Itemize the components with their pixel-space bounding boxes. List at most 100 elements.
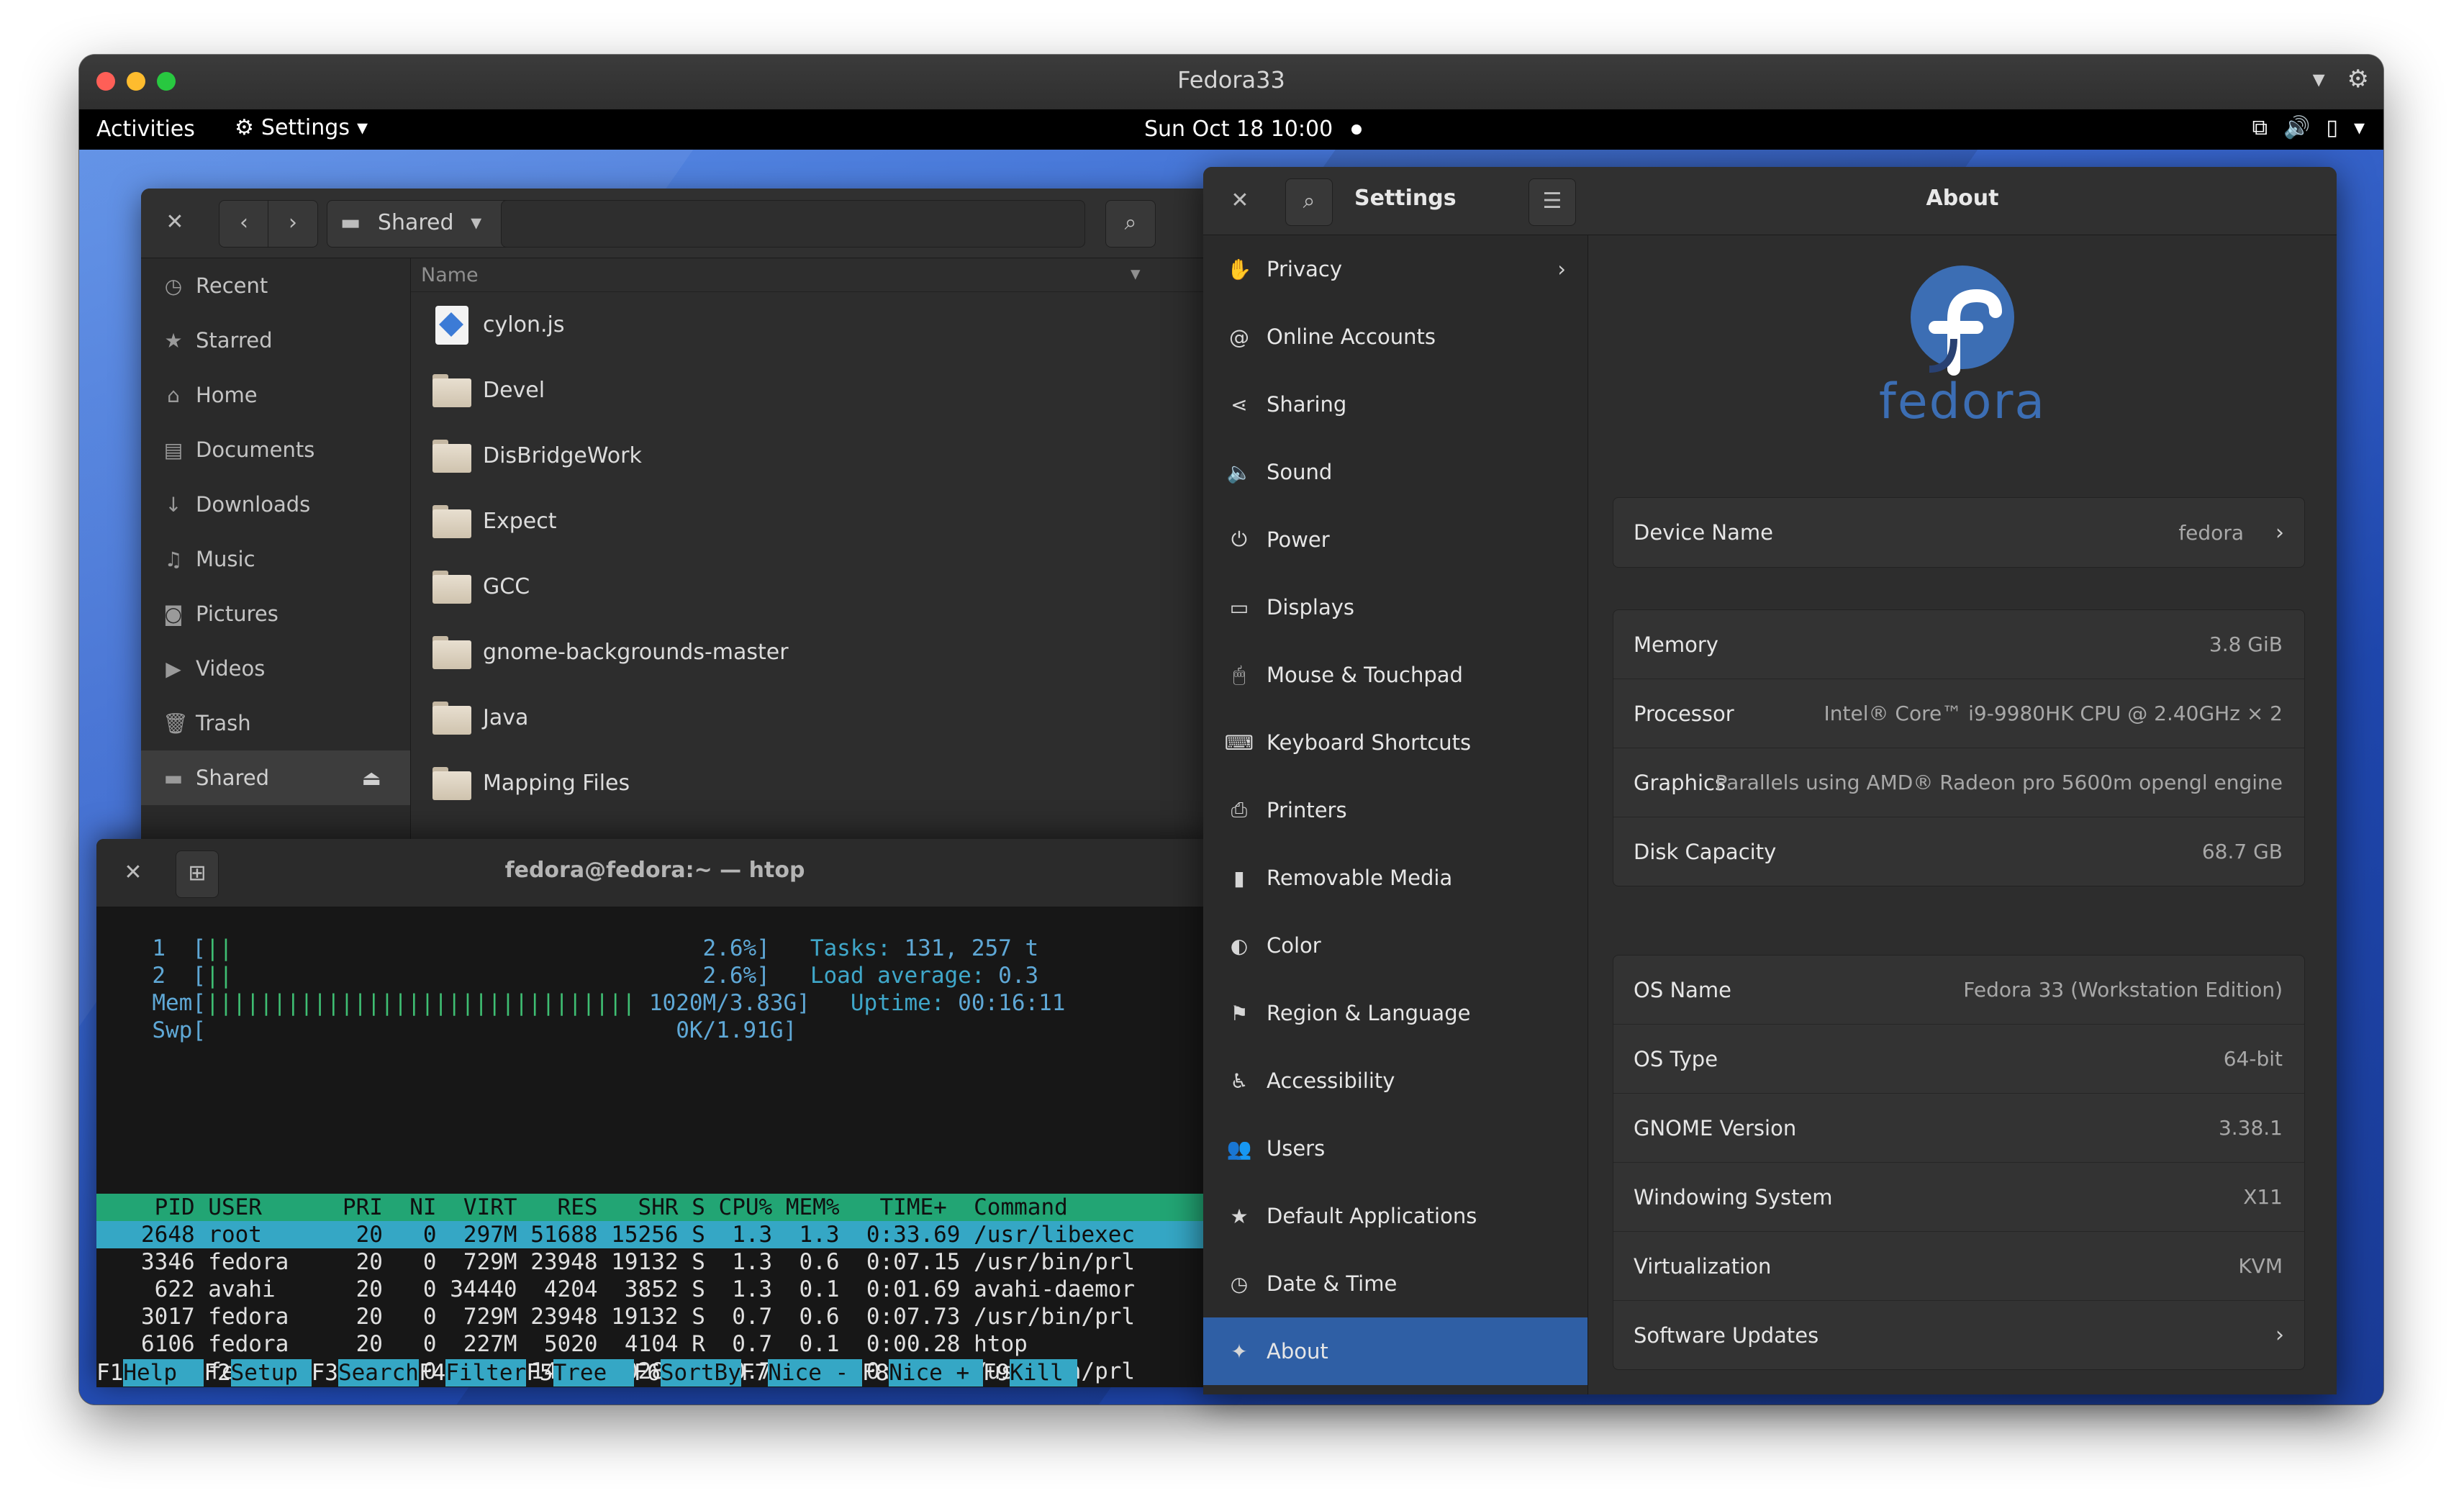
settings-item-label: Online Accounts <box>1267 325 1436 349</box>
hardware-info-card: Memory 3.8 GiB Processor Intel® Core™ i9-99… <box>1613 609 2305 886</box>
sidebar-item-shared[interactable]: ▬ Shared ⏏ <box>141 750 410 805</box>
settings-item-displays[interactable]: ▭ Displays <box>1203 573 1587 641</box>
dropdown-arrow-icon[interactable]: ▾ <box>2313 65 2325 94</box>
app-menu[interactable]: ⚙ Settings ▾ <box>235 115 368 140</box>
device-name-row[interactable]: Device Name fedora › <box>1613 498 2304 567</box>
settings-item-about[interactable]: ✦ About <box>1203 1317 1587 1385</box>
sidebar-item-videos[interactable]: ▶ Videos <box>141 641 410 696</box>
eject-icon[interactable]: ⏏ <box>362 766 381 790</box>
chevron-down-icon: ▾ <box>471 210 482 235</box>
function-key-f8[interactable]: F8 Nice + <box>862 1359 983 1387</box>
sidebar-item-downloads[interactable]: ↓ Downloads <box>141 477 410 532</box>
process-row[interactable]: 2648 root 20 0 297M 51688 15256 S 1.3 1.… <box>96 1221 1213 1248</box>
close-icon[interactable]: ✕ <box>153 200 197 246</box>
activities-button[interactable]: Activities <box>96 117 195 142</box>
sidebar-item-trash[interactable]: 🗑 Trash <box>141 696 410 750</box>
column-header[interactable]: Name ▾ Si <box>411 258 1213 292</box>
info-label: OS Type <box>1634 1046 1718 1071</box>
function-key-f7[interactable]: F7 Nice - <box>741 1359 862 1387</box>
network-icon: ⧉ <box>2252 115 2268 140</box>
sidebar-item-recent[interactable]: ◷ Recent <box>141 258 410 313</box>
device-name-label: Device Name <box>1634 520 1773 545</box>
file-row[interactable]: GCC3 i <box>411 554 1213 620</box>
file-row[interactable]: cylon.js2. <box>411 292 1213 358</box>
back-button[interactable]: ‹ <box>219 200 269 248</box>
location-button[interactable]: ▬ Shared ▾ <box>327 200 514 248</box>
file-row[interactable]: Expect8 i <box>411 489 1213 554</box>
software-updates-row[interactable]: Software Updates › <box>1613 1301 2304 1369</box>
process-row[interactable]: 6106 fedora 20 0 227M 5020 4104 R 0.7 0.… <box>96 1330 1213 1358</box>
name-column-header[interactable]: Name <box>421 264 479 286</box>
file-row[interactable]: gnome-backgrounds-master13 <box>411 620 1213 685</box>
settings-item-mouse-touchpad[interactable]: 🖱 Mouse & Touchpad <box>1203 641 1587 709</box>
settings-item-users[interactable]: 👥 Users <box>1203 1115 1587 1182</box>
htop-output[interactable]: 1 [|| 2.6%] Tasks: 131, 257 t 2 [|| 2.6%… <box>96 907 1213 1387</box>
file-row[interactable]: Mapping Files39 <box>411 750 1213 816</box>
info-label: Memory <box>1634 632 1718 657</box>
settings-item-keyboard-shortcuts[interactable]: ⌨ Keyboard Shortcuts <box>1203 709 1587 776</box>
info-value: KVM <box>2238 1254 2283 1278</box>
path-bar[interactable] <box>501 200 1085 248</box>
settings-item-sharing[interactable]: ⋖ Sharing <box>1203 371 1587 438</box>
hamburger-menu-button[interactable]: ☰ <box>1528 178 1576 226</box>
sidebar-item-music[interactable]: ♫ Music <box>141 532 410 586</box>
settings-sidebar: ✋ Privacy › @ Online Accounts ⋖ Sharing 🔈 Sound ⏻… <box>1203 235 1588 1394</box>
process-row[interactable]: 3346 fedora 20 0 729M 23948 19132 S 1.3 … <box>96 1248 1213 1276</box>
sidebar-item-documents[interactable]: ▤ Documents <box>141 422 410 477</box>
fedora-logo: fedora <box>1869 261 2056 430</box>
info-label: Windowing System <box>1634 1184 1833 1210</box>
function-key-f9[interactable]: F9 Kill <box>983 1359 1077 1387</box>
settings-item-accessibility[interactable]: ♿ Accessibility <box>1203 1047 1587 1115</box>
process-row[interactable]: 3017 fedora 20 0 729M 23948 19132 S 0.7 … <box>96 1303 1213 1330</box>
settings-item-removable-media[interactable]: ▮ Removable Media <box>1203 844 1587 912</box>
function-key-f2[interactable]: F2 Setup <box>204 1359 312 1387</box>
printer-icon: ⎙ <box>1231 798 1248 822</box>
info-value: 68.7 GB <box>2201 840 2283 863</box>
settings-item-region-language[interactable]: ⚑ Region & Language <box>1203 979 1587 1047</box>
sidebar-item-home[interactable]: ⌂ Home <box>141 368 410 422</box>
function-key-f5[interactable]: F5 Tree <box>526 1359 634 1387</box>
forward-button[interactable]: › <box>268 200 318 248</box>
info-value: 64-bit <box>2223 1047 2283 1071</box>
settings-item-date-time[interactable]: ◷ Date & Time <box>1203 1250 1587 1317</box>
settings-item-online-accounts[interactable]: @ Online Accounts <box>1203 303 1587 371</box>
system-tray[interactable]: ⧉ 🔊 ▯ ▾ <box>2252 115 2365 140</box>
folder-icon <box>432 635 471 669</box>
settings-item-label: Sharing <box>1267 392 1347 417</box>
process-row[interactable]: 622 avahi 20 0 34440 4204 3852 S 1.3 0.1… <box>96 1276 1213 1303</box>
settings-window: ✕ ⌕ Settings ☰ About ✋ Privacy › @ Online Ac… <box>1203 167 2337 1394</box>
device-name-card[interactable]: Device Name fedora › <box>1613 497 2305 568</box>
search-button[interactable]: ⌕ <box>1105 200 1156 248</box>
info-value: 3.38.1 <box>2218 1116 2283 1140</box>
settings-item-default-applications[interactable]: ★ Default Applications <box>1203 1182 1587 1250</box>
settings-item-printers[interactable]: ⎙ Printers <box>1203 776 1587 844</box>
close-icon[interactable]: ✕ <box>1218 178 1262 224</box>
file-row[interactable]: DisBridgeWork4 i <box>411 423 1213 489</box>
drive-icon: ▬ <box>340 210 361 235</box>
file-row[interactable]: Java5 i <box>411 685 1213 750</box>
function-key-code: F3 <box>311 1360 338 1386</box>
search-button[interactable]: ⌕ <box>1285 178 1333 226</box>
function-key-f1[interactable]: F1 Help <box>96 1359 204 1387</box>
fedora-wordmark: fedora <box>1878 373 2047 430</box>
file-row[interactable]: Devel5 i <box>411 358 1213 423</box>
process-table-header[interactable]: PID USER PRI NI VIRT RES SHR S CPU% MEM%… <box>96 1194 1213 1221</box>
gear-icon[interactable]: ⚙ <box>2347 65 2369 94</box>
function-key-f6[interactable]: F6 SortBy <box>634 1359 741 1387</box>
function-key-code: F8 <box>861 1360 889 1386</box>
clock[interactable]: Sun Oct 18 10:00 <box>1144 117 1362 142</box>
settings-item-privacy[interactable]: ✋ Privacy › <box>1203 235 1587 303</box>
settings-item-sound[interactable]: 🔈 Sound <box>1203 438 1587 506</box>
about-panel: fedora Device Name fedora › Memory 3.8 Gi… <box>1588 235 2337 1394</box>
os-info-card: OS Name Fedora 33 (Workstation Edition) OS… <box>1613 955 2305 1370</box>
process-table[interactable]: PID USER PRI NI VIRT RES SHR S CPU% MEM%… <box>96 1194 1213 1387</box>
settings-item-power[interactable]: ⏻ Power <box>1203 506 1587 573</box>
info-value: Fedora 33 (Workstation Edition) <box>1963 978 2283 1002</box>
function-key-f4[interactable]: F4 Filter <box>419 1359 527 1387</box>
function-key-f3[interactable]: F3 Search <box>312 1359 419 1387</box>
settings-item-color[interactable]: ◐ Color <box>1203 912 1587 979</box>
sidebar-item-starred[interactable]: ★ Starred <box>141 313 410 368</box>
sidebar-item-pictures[interactable]: ◙ Pictures <box>141 586 410 641</box>
gnome-version-row: GNOME Version 3.38.1 <box>1613 1094 2304 1163</box>
gear-icon: ⚙ <box>235 115 254 140</box>
